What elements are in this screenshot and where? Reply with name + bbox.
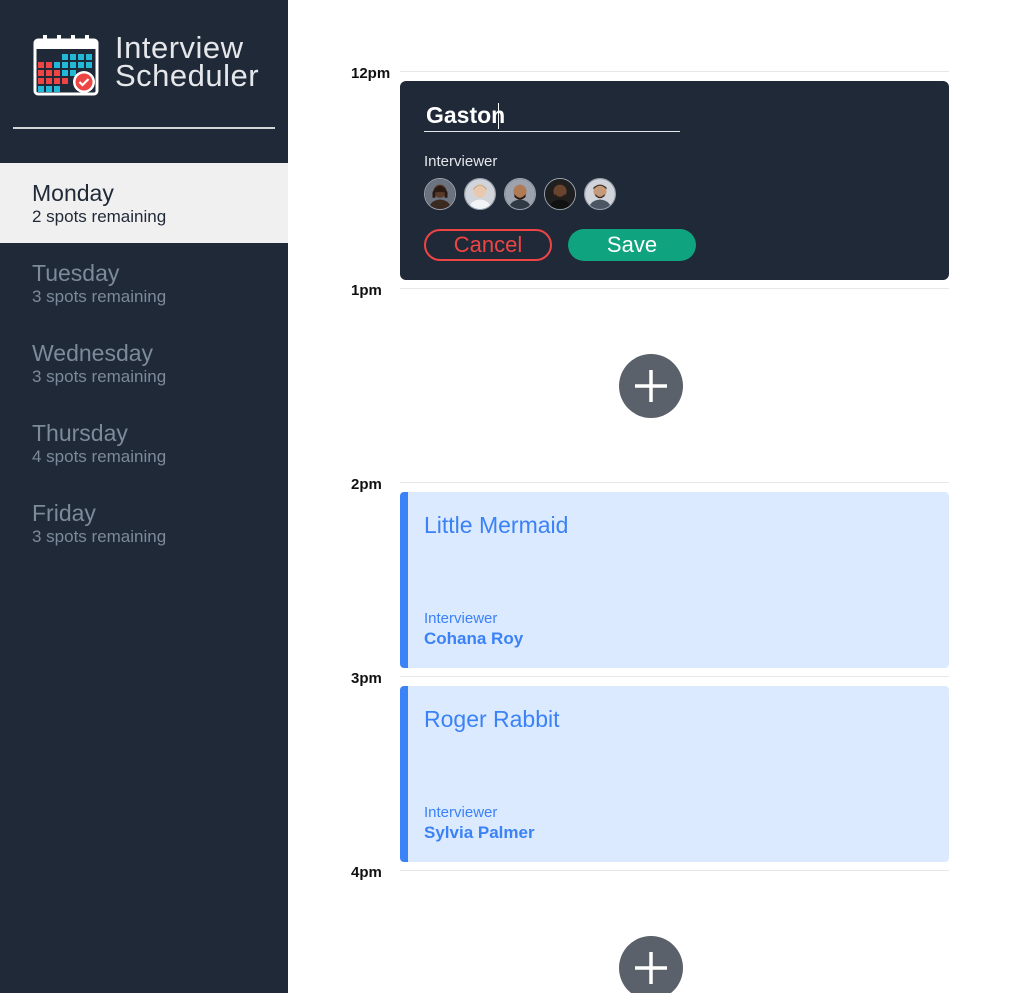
day-spots: 3 spots remaining [32,527,167,546]
slot-separator [400,288,949,289]
add-appointment-button[interactable] [619,936,683,993]
brand: Interview Scheduler [33,32,260,96]
appointment-form: Interviewer Cancel Save [400,81,949,280]
day-item-thursday[interactable]: Thursday 4 spots remaining [0,403,288,483]
time-label-3pm: 3pm [351,670,382,687]
day-name: Monday [32,180,114,206]
appointment-card[interactable]: Little Mermaid Interviewer Cohana Roy [400,492,949,668]
day-item-tuesday[interactable]: Tuesday 3 spots remaining [0,243,288,323]
day-spots: 3 spots remaining [32,367,167,386]
appointment-card[interactable]: Roger Rabbit Interviewer Sylvia Palmer [400,686,949,862]
day-list: Monday 2 spots remaining Tuesday 3 spots… [0,163,288,563]
cancel-button[interactable]: Cancel [424,229,552,261]
add-appointment-button[interactable] [619,354,683,418]
slot-separator [400,482,949,483]
day-spots: 4 spots remaining [32,447,167,466]
appointment-interviewer-name: Sylvia Palmer [424,823,535,842]
appointment-interviewer-label: Interviewer [424,610,498,627]
interviewer-avatar[interactable] [424,178,456,210]
day-item-wednesday[interactable]: Wednesday 3 spots remaining [0,323,288,403]
interviewer-avatar[interactable] [544,178,576,210]
interviewer-list [424,178,624,210]
time-label-1pm: 1pm [351,282,382,299]
text-caret [498,103,499,129]
slot-separator [400,71,949,72]
slot-separator [400,676,949,677]
interviewer-label: Interviewer [424,153,498,170]
appointment-interviewer-label: Interviewer [424,804,498,821]
time-label-12pm: 12pm [351,65,391,82]
interviewer-avatar[interactable] [504,178,536,210]
day-item-monday[interactable]: Monday 2 spots remaining [0,163,288,243]
student-name-input[interactable] [424,99,680,132]
day-name: Tuesday [32,260,120,286]
time-label-2pm: 2pm [351,476,382,493]
calendar-check-icon [33,35,99,96]
day-item-friday[interactable]: Friday 3 spots remaining [0,483,288,563]
appointment-student: Roger Rabbit [424,706,560,732]
day-name: Wednesday [32,340,154,366]
interviewer-avatar[interactable] [464,178,496,210]
day-name: Friday [32,500,96,526]
plus-icon [635,952,667,984]
day-name: Thursday [32,420,128,446]
day-spots: 3 spots remaining [32,287,167,306]
save-button[interactable]: Save [568,229,696,261]
schedule: 12pm Interviewer Cancel Save 1pm [288,0,1012,993]
plus-icon [635,370,667,402]
slot-separator [400,870,949,871]
time-label-4pm: 4pm [351,864,382,881]
appointment-interviewer-name: Cohana Roy [424,629,524,648]
interviewer-avatar[interactable] [584,178,616,210]
day-spots: 2 spots remaining [32,207,167,226]
app-title: Interview Scheduler [115,32,260,93]
app-title-line-2: Scheduler [115,58,260,93]
sidebar-divider [13,127,275,129]
sidebar: Interview Scheduler Monday 2 spots remai… [0,0,288,993]
appointment-student: Little Mermaid [424,512,569,538]
